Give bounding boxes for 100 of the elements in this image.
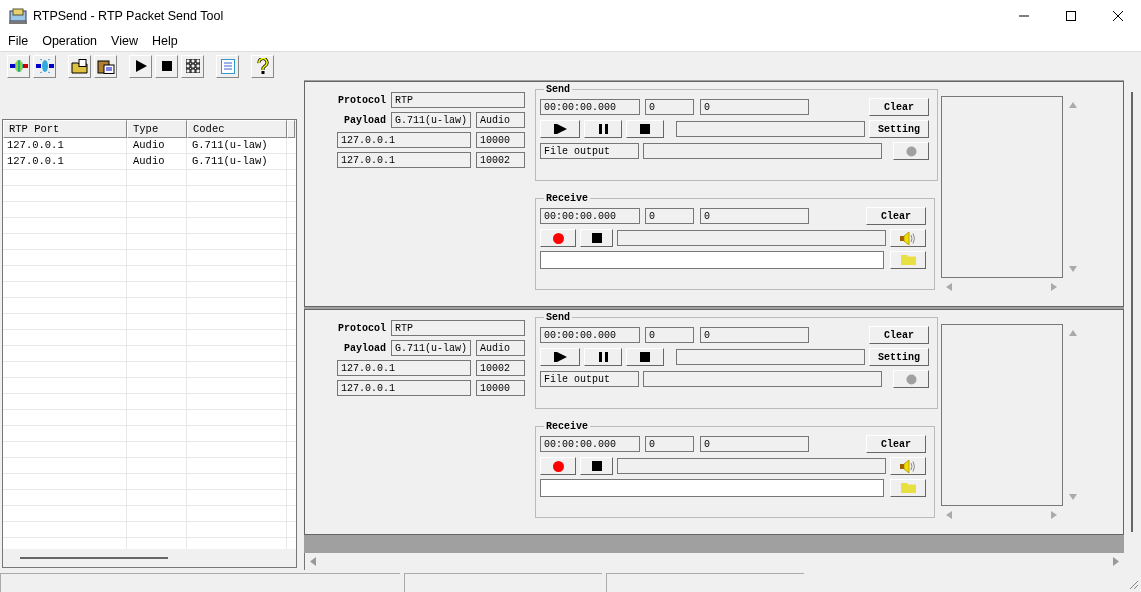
field-label: Protocol <box>338 93 386 108</box>
folder-icon <box>900 483 916 493</box>
group-title: Send <box>545 84 571 95</box>
protocol-field[interactable]: RTP <box>391 92 525 108</box>
window-title: RTPSend - RTP Packet Send Tool <box>33 8 225 23</box>
save-path-field[interactable] <box>540 479 884 497</box>
address-field[interactable]: 127.0.0.1 <box>337 380 471 396</box>
clear-button[interactable]: Clear <box>869 326 929 344</box>
dot-icon <box>905 145 917 157</box>
clear-button[interactable]: Clear <box>866 207 926 225</box>
field-label: Payload <box>344 341 386 356</box>
speaker-button[interactable] <box>890 229 926 247</box>
stop-icon <box>160 60 173 72</box>
resize-grip-icon[interactable] <box>1127 578 1139 590</box>
record-icon <box>552 460 564 472</box>
maximize-icon[interactable] <box>1065 9 1077 22</box>
grid-button[interactable] <box>181 54 204 78</box>
clear-button[interactable]: Clear <box>866 435 926 453</box>
close-icon[interactable] <box>1112 9 1124 22</box>
speaker-icon <box>900 231 916 245</box>
list-button[interactable] <box>216 54 239 78</box>
group-title: Receive <box>545 193 589 204</box>
signal-icon <box>9 59 28 73</box>
media-field[interactable]: Audio <box>476 112 525 128</box>
disconnect-button[interactable] <box>33 54 56 78</box>
record-icon <box>552 232 564 244</box>
packet-count-field: 0 <box>645 436 694 452</box>
stop-button[interactable] <box>626 120 664 138</box>
record-button[interactable] <box>540 457 576 475</box>
port-field[interactable]: 10002 <box>476 360 525 376</box>
table-cell: Audio <box>127 154 187 169</box>
column-header[interactable]: Type <box>127 120 187 138</box>
menu-item[interactable]: Help <box>151 34 178 48</box>
payload-field[interactable]: G.711(u-law) <box>391 112 471 128</box>
port-field[interactable]: 10002 <box>476 152 525 168</box>
open-button[interactable] <box>68 54 91 78</box>
grid-icon <box>185 59 200 73</box>
connect-button[interactable] <box>7 54 30 78</box>
byte-count-field: 0 <box>700 99 809 115</box>
protocol-field[interactable]: RTP <box>391 320 525 336</box>
scrollbar-thumb[interactable] <box>1131 92 1133 532</box>
address-field[interactable]: 127.0.0.1 <box>337 360 471 376</box>
group-title: Send <box>545 312 571 323</box>
play-button[interactable] <box>540 120 580 138</box>
play-icon <box>553 352 567 362</box>
stop-icon <box>591 461 602 471</box>
speaker-button[interactable] <box>890 457 926 475</box>
record-button[interactable] <box>540 229 576 247</box>
file-output-field: File output <box>540 371 639 387</box>
speaker-icon <box>900 459 916 473</box>
app-icon <box>9 7 27 24</box>
folder-icon <box>70 58 89 74</box>
clear-button[interactable]: Clear <box>869 98 929 116</box>
play-button[interactable] <box>540 348 580 366</box>
stop-button[interactable] <box>626 348 664 366</box>
folder-button[interactable] <box>890 479 926 497</box>
folder-button[interactable] <box>890 251 926 269</box>
record-button[interactable] <box>893 370 929 388</box>
dot-icon <box>905 373 917 385</box>
packet-count-field: 0 <box>645 99 694 115</box>
time-field: 00:00:00.000 <box>540 327 640 343</box>
byte-count-field: 0 <box>700 327 809 343</box>
file-path-field[interactable] <box>643 371 882 387</box>
stop-icon <box>640 124 650 134</box>
paste-button[interactable] <box>94 54 117 78</box>
column-header[interactable]: Codec <box>187 120 287 138</box>
port-field[interactable]: 10000 <box>476 380 525 396</box>
signal-icon <box>35 59 54 73</box>
pause-button[interactable] <box>584 348 622 366</box>
play-button[interactable] <box>129 54 152 78</box>
stop-button[interactable] <box>580 229 613 247</box>
stop-icon <box>640 352 650 362</box>
help-icon <box>256 58 269 74</box>
file-path-field[interactable] <box>643 143 882 159</box>
address-field[interactable]: 127.0.0.1 <box>337 132 471 148</box>
packet-count-field: 0 <box>645 327 694 343</box>
payload-field[interactable]: G.711(u-law) <box>391 340 471 356</box>
menu-item[interactable]: View <box>111 34 138 48</box>
play-icon <box>553 124 567 134</box>
save-path-field[interactable] <box>540 251 884 269</box>
column-header[interactable]: RTP Port <box>3 120 127 138</box>
byte-count-field: 0 <box>700 436 809 452</box>
help-button[interactable] <box>251 54 274 78</box>
menu-item[interactable]: File <box>8 34 29 48</box>
scrollbar-thumb[interactable] <box>20 557 168 559</box>
setting-button[interactable]: Setting <box>869 348 929 366</box>
port-field[interactable]: 10000 <box>476 132 525 148</box>
folder-icon <box>900 255 916 265</box>
address-field[interactable]: 127.0.0.1 <box>337 152 471 168</box>
record-button[interactable] <box>893 142 929 160</box>
media-field[interactable]: Audio <box>476 340 525 356</box>
table-cell: G.711(u-law) <box>187 154 287 169</box>
stop-icon <box>591 233 602 243</box>
setting-button[interactable]: Setting <box>869 120 929 138</box>
pause-icon <box>598 124 608 134</box>
group-title: Receive <box>545 421 589 432</box>
menu-item[interactable]: Operation <box>42 34 98 48</box>
pause-button[interactable] <box>584 120 622 138</box>
stop-button[interactable] <box>155 54 178 78</box>
stop-button[interactable] <box>580 457 613 475</box>
